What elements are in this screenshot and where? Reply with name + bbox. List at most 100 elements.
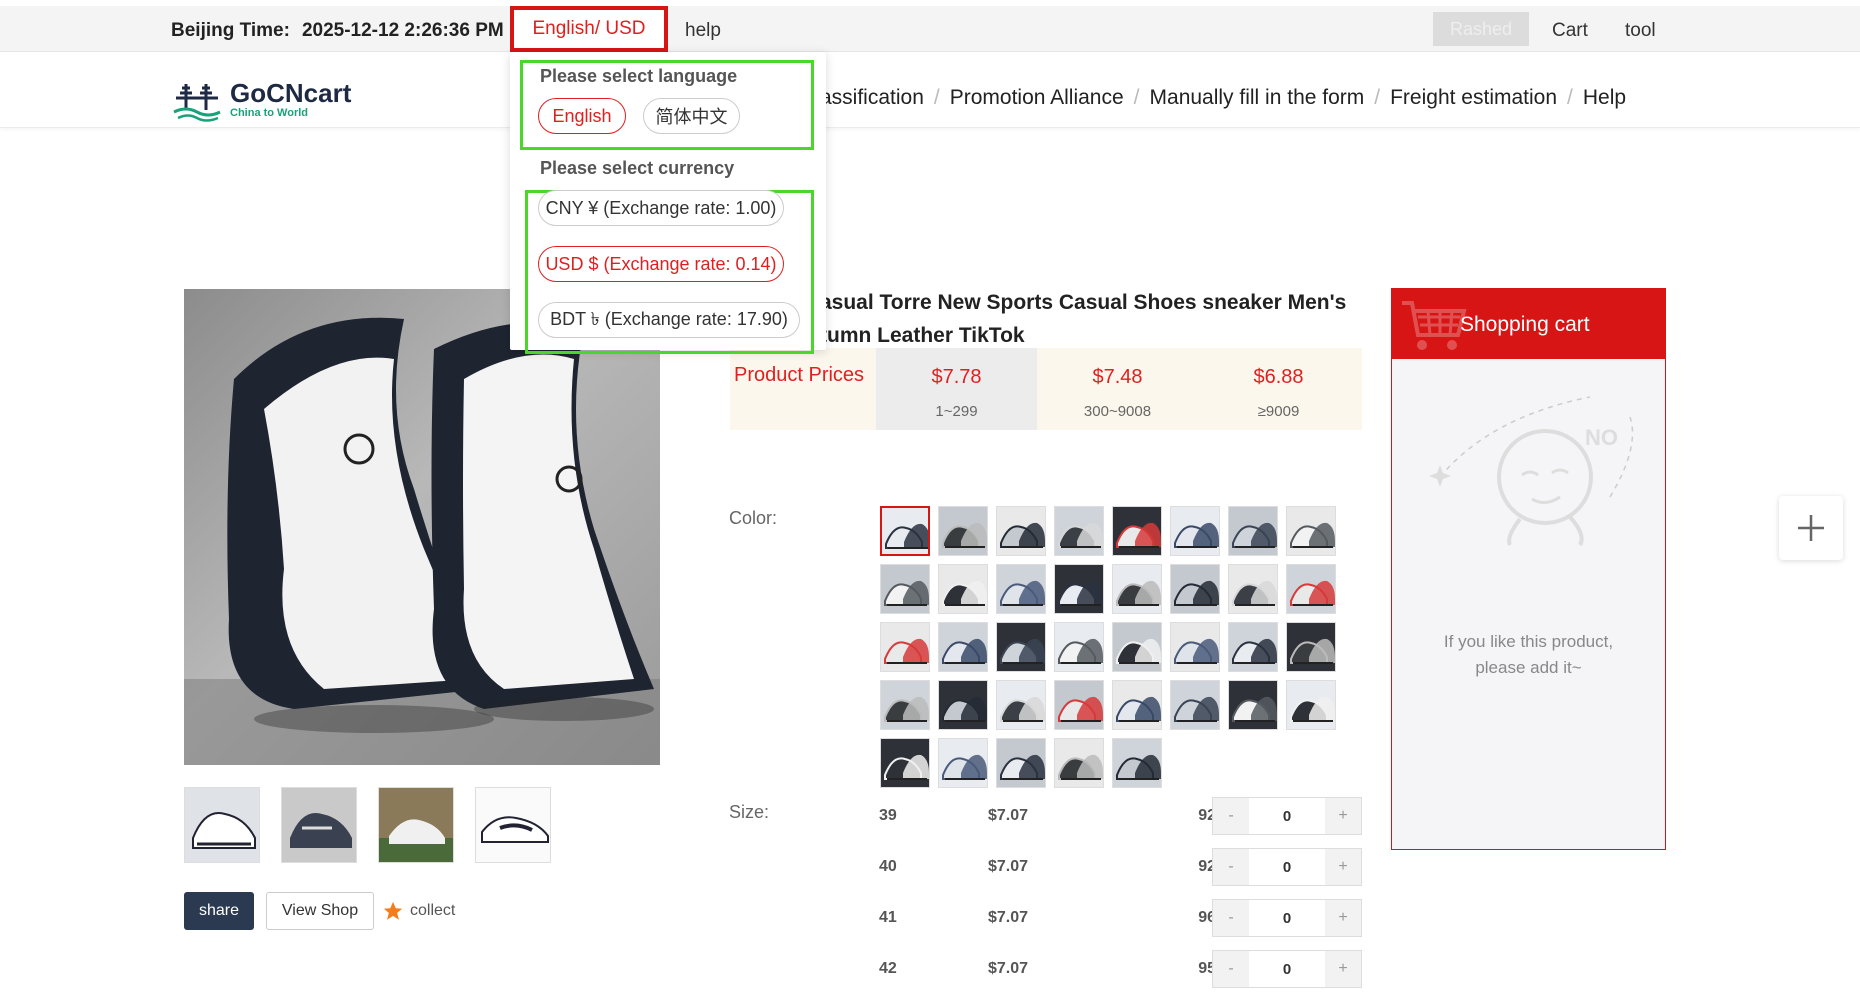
quantity-stepper: - 0 + bbox=[1212, 950, 1362, 988]
color-swatch[interactable] bbox=[1286, 680, 1336, 730]
thumbnail-3[interactable] bbox=[378, 787, 454, 863]
size-price: $7.07 bbox=[988, 858, 1029, 875]
increment-button[interactable]: + bbox=[1325, 798, 1361, 834]
help-link[interactable]: help bbox=[685, 20, 721, 42]
color-swatch[interactable] bbox=[880, 680, 930, 730]
language-currency-dropdown: Please select language English 简体中文 Plea… bbox=[510, 52, 826, 354]
tier-quantity: ≥9009 bbox=[1257, 403, 1300, 420]
color-swatch[interactable] bbox=[938, 622, 988, 672]
thumbnail-1[interactable] bbox=[184, 787, 260, 863]
color-swatch[interactable] bbox=[880, 506, 930, 556]
quantity-input[interactable]: 0 bbox=[1249, 951, 1325, 987]
color-label: Color: bbox=[729, 508, 778, 528]
color-swatch[interactable] bbox=[1286, 622, 1336, 672]
color-swatch[interactable] bbox=[1170, 564, 1220, 614]
color-swatch[interactable] bbox=[1054, 506, 1104, 556]
logo-icon bbox=[173, 84, 221, 122]
currency-option-usd[interactable]: USD $ (Exchange rate: 0.14) bbox=[538, 246, 784, 282]
empty-cart-illustration: NO bbox=[1429, 396, 1634, 547]
product-main-image[interactable] bbox=[184, 289, 660, 765]
main-header: GoCNcart China to World assification / P… bbox=[0, 52, 1860, 128]
color-swatch[interactable] bbox=[880, 622, 930, 672]
nav-separator: / bbox=[1374, 86, 1381, 109]
logo-name: GoCNcart bbox=[230, 77, 352, 108]
color-swatch[interactable] bbox=[1054, 622, 1104, 672]
tier-price: $7.48 bbox=[1092, 366, 1143, 388]
language-option-english[interactable]: English bbox=[538, 98, 626, 134]
share-button[interactable]: share bbox=[184, 892, 254, 930]
color-swatch[interactable] bbox=[996, 506, 1046, 556]
beijing-time: Beijing Time: 2025-12-12 2:26:36 PM bbox=[171, 20, 504, 42]
color-swatch[interactable] bbox=[938, 564, 988, 614]
tier-quantity: 300~9008 bbox=[1083, 403, 1152, 420]
color-swatch[interactable] bbox=[1228, 506, 1278, 556]
color-swatch[interactable] bbox=[880, 564, 930, 614]
nav-separator: / bbox=[1567, 86, 1573, 109]
color-swatch[interactable] bbox=[1170, 506, 1220, 556]
collect-label: collect bbox=[410, 902, 456, 919]
color-swatch[interactable] bbox=[1112, 564, 1162, 614]
beijing-time-value: 2025-12-12 2:26:36 PM bbox=[301, 20, 504, 41]
color-swatch[interactable] bbox=[1170, 622, 1220, 672]
color-swatch[interactable] bbox=[1228, 680, 1278, 730]
color-swatch[interactable] bbox=[1228, 622, 1278, 672]
price-tiers: Product Prices $7.78 1~299 $7.48 300~900… bbox=[730, 348, 1362, 430]
decrement-button[interactable]: - bbox=[1213, 951, 1249, 987]
language-option-chinese[interactable]: 简体中文 bbox=[643, 98, 740, 134]
color-swatch[interactable] bbox=[1170, 680, 1220, 730]
increment-button[interactable]: + bbox=[1325, 951, 1361, 987]
nav-item-manual-form[interactable]: Manually fill in the form bbox=[1150, 86, 1365, 110]
thumbnail-2[interactable] bbox=[281, 787, 357, 863]
color-swatch[interactable] bbox=[1228, 564, 1278, 614]
user-account-link[interactable]: Rashed bbox=[1433, 12, 1529, 46]
color-swatch[interactable] bbox=[996, 564, 1046, 614]
nav-item-help[interactable]: Help bbox=[1583, 86, 1626, 110]
nav-item-classification[interactable]: assification bbox=[820, 86, 924, 110]
size-row-39: 39 $7.07 92 - 0 + bbox=[879, 797, 1362, 837]
currency-section-title: Please select currency bbox=[540, 158, 735, 178]
currency-option-cny[interactable]: CNY ¥ (Exchange rate: 1.00) bbox=[538, 190, 784, 226]
color-swatch[interactable] bbox=[1112, 622, 1162, 672]
decrement-button[interactable]: - bbox=[1213, 900, 1249, 936]
quantity-input[interactable]: 0 bbox=[1249, 849, 1325, 885]
decrement-button[interactable]: - bbox=[1213, 798, 1249, 834]
color-swatch[interactable] bbox=[1112, 506, 1162, 556]
size-row-42: 42 $7.07 95 - 0 + bbox=[879, 950, 1362, 990]
color-swatch[interactable] bbox=[996, 622, 1046, 672]
color-swatch[interactable] bbox=[880, 738, 930, 788]
nav-item-freight-estimation[interactable]: Freight estimation bbox=[1390, 86, 1557, 110]
color-swatch[interactable] bbox=[1054, 738, 1104, 788]
currency-option-bdt[interactable]: BDT ৳ (Exchange rate: 17.90) bbox=[538, 302, 800, 338]
tier-price: $7.78 bbox=[931, 366, 982, 388]
site-logo[interactable]: GoCNcart China to World bbox=[172, 76, 351, 122]
tool-link[interactable]: tool bbox=[1625, 20, 1656, 42]
language-currency-selector[interactable]: English/ USD bbox=[510, 6, 668, 52]
increment-button[interactable]: + bbox=[1325, 900, 1361, 936]
color-swatch[interactable] bbox=[1054, 564, 1104, 614]
decrement-button[interactable]: - bbox=[1213, 849, 1249, 885]
color-swatch[interactable] bbox=[1054, 680, 1104, 730]
color-swatch[interactable] bbox=[938, 680, 988, 730]
color-swatch[interactable] bbox=[996, 680, 1046, 730]
increment-button[interactable]: + bbox=[1325, 849, 1361, 885]
size-label: Size: bbox=[729, 802, 770, 822]
price-tier-3: $6.88 ≥9009 bbox=[1198, 348, 1359, 430]
color-swatch[interactable] bbox=[938, 738, 988, 788]
collect-button[interactable]: collect bbox=[382, 900, 455, 922]
color-swatch[interactable] bbox=[1112, 680, 1162, 730]
shopping-cart-panel: Shopping cart NO If you like this produc… bbox=[1391, 288, 1666, 850]
floating-add-button[interactable] bbox=[1779, 496, 1843, 560]
color-swatch[interactable] bbox=[996, 738, 1046, 788]
cart-link[interactable]: Cart bbox=[1552, 20, 1588, 42]
size-value: 42 bbox=[879, 960, 897, 977]
quantity-input[interactable]: 0 bbox=[1249, 798, 1325, 834]
color-swatch[interactable] bbox=[938, 506, 988, 556]
thumbnail-4[interactable] bbox=[475, 787, 551, 863]
nav-item-promotion-alliance[interactable]: Promotion Alliance bbox=[950, 86, 1124, 110]
quantity-input[interactable]: 0 bbox=[1249, 900, 1325, 936]
color-swatch[interactable] bbox=[1286, 506, 1336, 556]
color-swatch[interactable] bbox=[1286, 564, 1336, 614]
view-shop-button[interactable]: View Shop bbox=[266, 892, 374, 930]
color-swatch[interactable] bbox=[1112, 738, 1162, 788]
product-title: asual Torre New Sports Casual Shoes snea… bbox=[820, 286, 1360, 352]
